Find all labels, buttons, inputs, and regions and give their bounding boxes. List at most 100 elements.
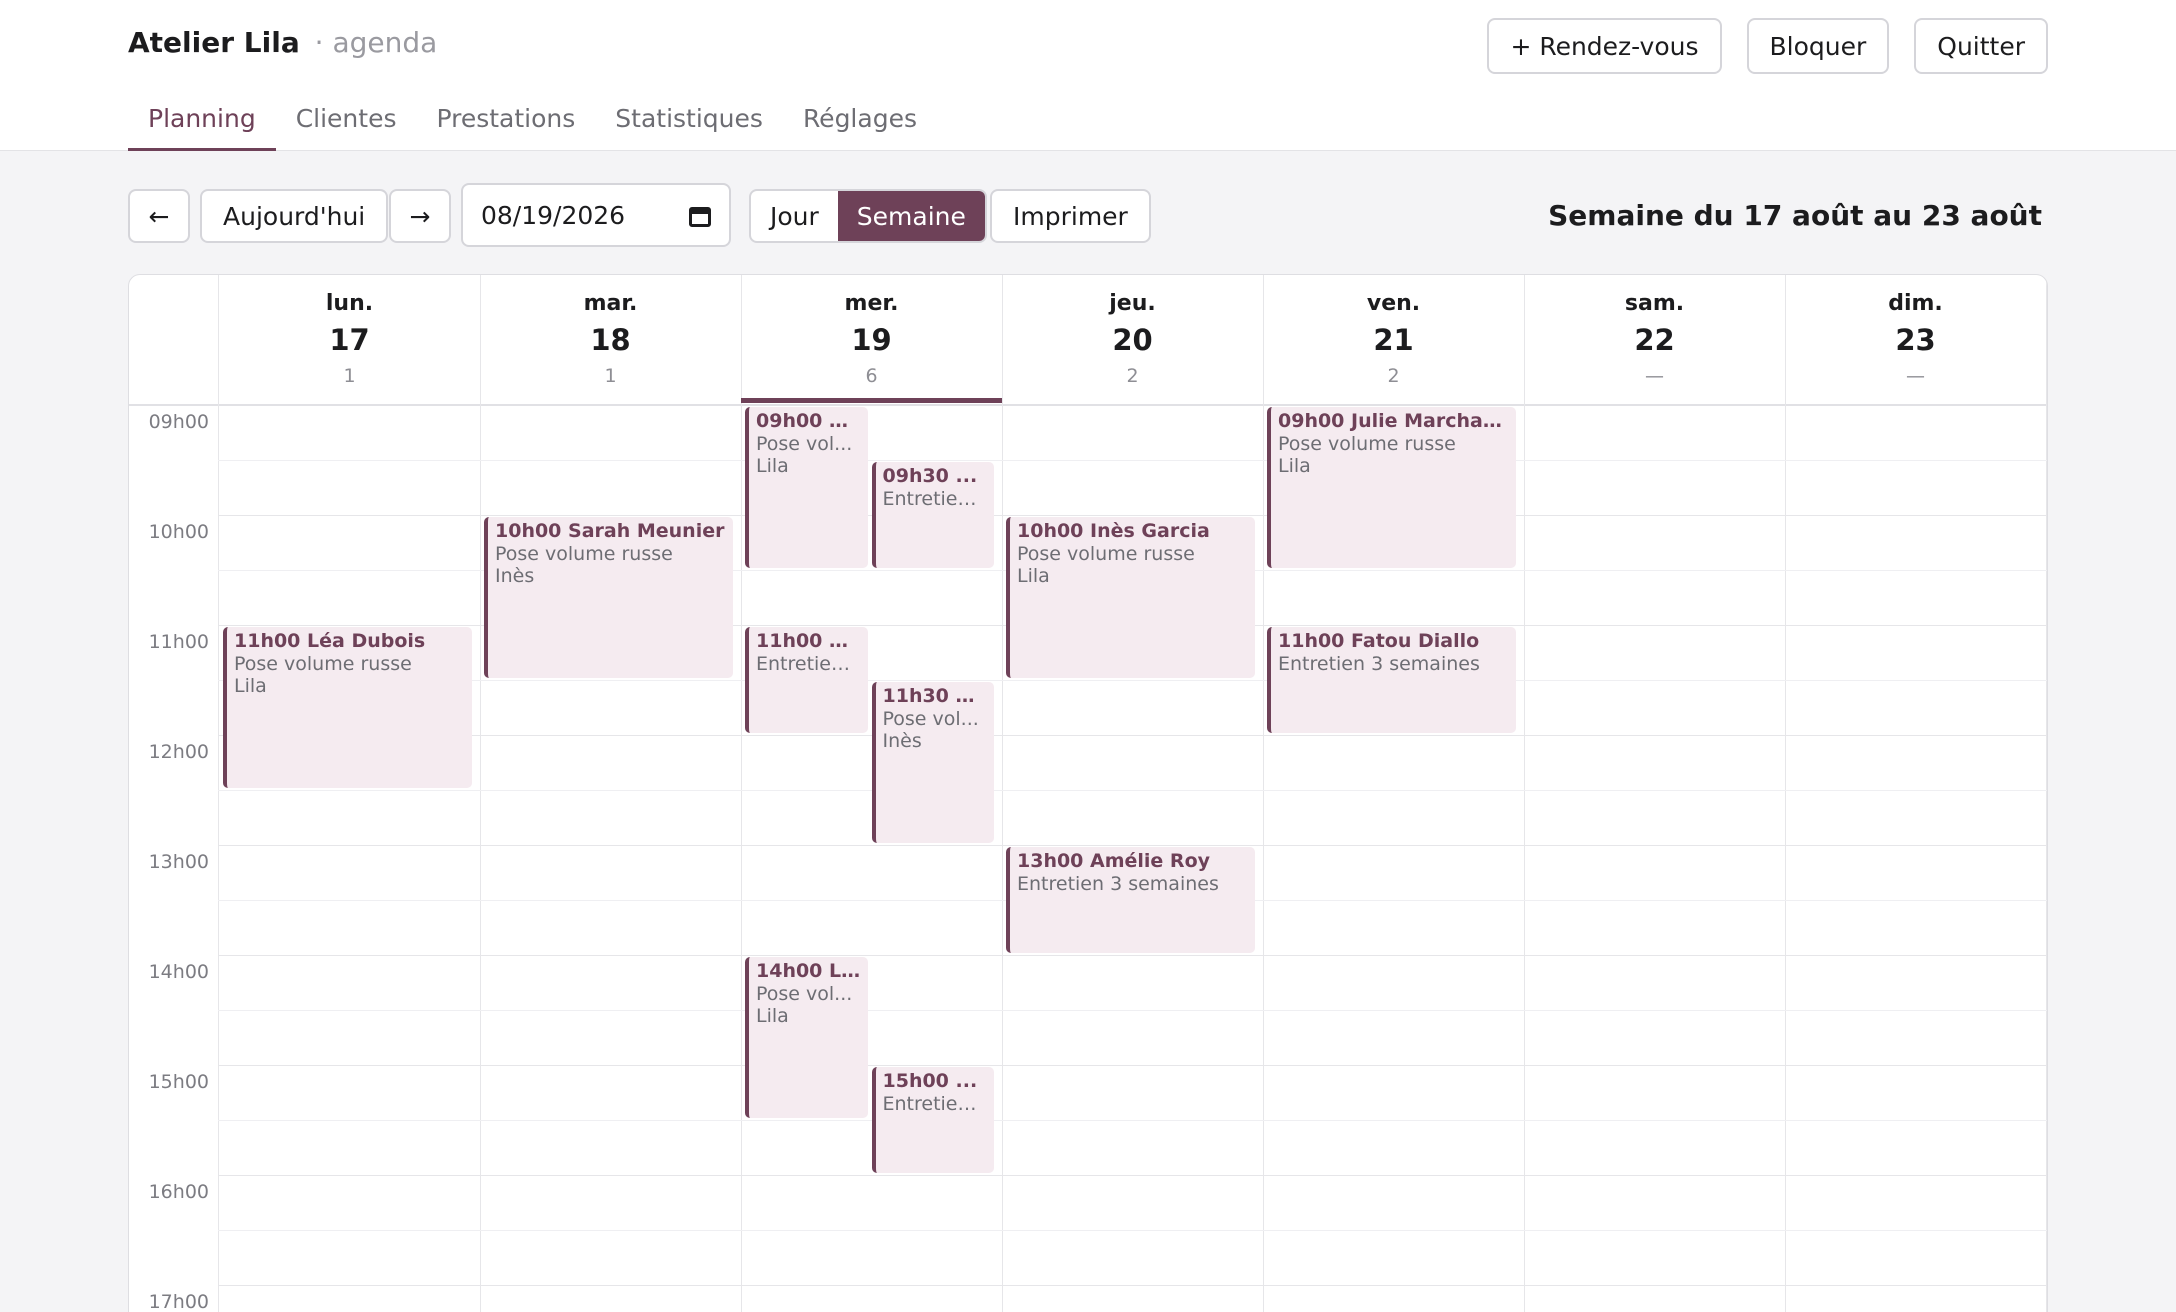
day-column-divider [1524,275,1525,1312]
quit-button[interactable]: Quitter [1914,18,2048,74]
appointment-block[interactable]: 11h00 S... Entretien... [745,627,868,733]
appointment-title: 10h00 Sarah Meunier [495,520,725,542]
hour-label: 14h00 [148,961,209,983]
hour-label: 10h00 [148,521,209,543]
day-number: 18 [590,323,631,357]
appointment-staff: Inès [495,565,535,587]
half-hour-gridline [218,1120,2047,1121]
appointment-service: Entretien 3 semaines [1278,653,1480,675]
day-name: ven. [1366,291,1421,316]
day-appointment-count: — [1906,365,1925,387]
date-picker-input[interactable]: 08/19/2026 [461,183,731,247]
today-button[interactable]: Aujourd'hui [200,189,389,243]
appointment-block[interactable]: 10h00 Inès Garcia Pose volume russe Lila [1006,517,1255,678]
day-header[interactable]: jeu. 20 2 [1002,275,1263,405]
tab-clientes[interactable]: Clientes [276,96,417,151]
day-header[interactable]: mar. 18 1 [480,275,741,405]
hour-gridline [218,515,2047,516]
appointment-block[interactable]: 13h00 Amélie Roy Entretien 3 semaines [1006,847,1255,953]
tab-planning[interactable]: Planning [128,96,276,151]
half-hour-gridline [218,790,2047,791]
appointment-staff: Lila [234,675,267,697]
view-week-button[interactable]: Semaine [837,191,985,241]
appointment-title: 11h00 Léa Dubois [234,630,426,652]
tab-prestations[interactable]: Prestations [416,96,595,151]
day-appointment-count: 2 [1126,365,1139,387]
next-week-button[interactable]: → [389,189,451,243]
hour-gridline [218,735,2047,736]
app-section: agenda [332,26,438,59]
main-tabs: Planning Clientes Prestations Statistiqu… [128,96,937,151]
day-name: lun. [325,291,374,316]
calendar-toolbar: ← Aujourd'hui → 08/19/2026 Jour Semaine … [128,183,2048,247]
print-button[interactable]: Imprimer [990,189,1151,243]
day-header[interactable]: lun. 17 1 [219,275,480,405]
appointment-title: 11h00 Fatou Diallo [1278,630,1480,652]
appointment-block[interactable]: 11h00 Fatou Diallo Entretien 3 semaines [1267,627,1516,733]
day-column-divider [741,275,742,1312]
appointment-service: Pose vol... [882,708,979,730]
appointment-service: Entretien... [882,488,988,510]
prev-week-button[interactable]: ← [128,189,190,243]
appointment-staff: Lila [1278,455,1311,477]
today-indicator [741,398,1002,403]
appointment-staff: Lila [756,1005,789,1027]
appointment-block[interactable]: 14h00 L... Pose vol... Lila [745,957,868,1118]
day-header[interactable]: mer. 19 6 [741,275,1002,405]
appointment-title: 11h00 S... [756,630,861,652]
day-number: 22 [1634,323,1675,357]
appointment-block[interactable]: 15h00 ... Entretien... [871,1067,994,1173]
day-column-divider [1002,275,1003,1312]
appointment-title: 15h00 ... [882,1070,978,1092]
date-value: 08/19/2026 [481,200,626,230]
appointment-title: 13h00 Amélie Roy [1017,850,1211,872]
app-header: Atelier Lila · agenda + Rendez-vous Bloq… [0,0,2176,151]
appointment-title: 09h00 Julie Marchand [1278,410,1509,432]
appointment-service: Entretien 3 semaines [1017,873,1219,895]
appointment-service: Pose volume russe [1017,543,1195,565]
hour-label: 13h00 [148,851,209,873]
appointment-block[interactable]: 09h00 C... Pose vol... Lila [745,407,868,568]
half-hour-gridline [218,460,2047,461]
appointment-block[interactable]: 11h30 C... Pose vol... Inès [871,682,994,843]
half-hour-gridline [218,680,2047,681]
day-number: 23 [1895,323,1936,357]
new-appointment-button[interactable]: + Rendez-vous [1487,18,1722,74]
week-title: Semaine du 17 août au 23 août [1548,199,2042,232]
appointment-staff: Lila [756,455,789,477]
appointment-staff: Lila [1017,565,1050,587]
view-switcher: Jour Semaine [749,189,987,243]
tab-statistiques[interactable]: Statistiques [595,96,783,151]
day-column-divider [480,275,481,1312]
day-header[interactable]: dim. 23 — [1785,275,2046,405]
hour-gridline [218,955,2047,956]
appointment-title: 10h00 Inès Garcia [1017,520,1210,542]
appointment-service: Pose volume russe [234,653,412,675]
app-name: Atelier Lila [128,26,300,59]
day-appointment-count: — [1645,365,1664,387]
appointment-block[interactable]: 09h30 ... Entretien... [871,462,994,568]
day-appointment-count: 2 [1387,365,1400,387]
tab-reglages[interactable]: Réglages [783,96,937,151]
header-actions: + Rendez-vous Bloquer Quitter [1487,18,2048,74]
appointment-service: Entretien... [882,1093,988,1115]
hour-gridline [218,1175,2047,1176]
appointment-block[interactable]: 10h00 Sarah Meunier Pose volume russe Inès [484,517,733,678]
day-number: 21 [1373,323,1414,357]
half-hour-gridline [218,1010,2047,1011]
appointment-block[interactable]: 11h00 Léa Dubois Pose volume russe Lila [223,627,472,788]
app-brand: Atelier Lila · agenda [128,26,437,59]
day-name: mer. [844,291,899,316]
day-name: sam. [1624,291,1685,316]
appointment-service: Pose volume russe [495,543,673,565]
day-number: 20 [1112,323,1153,357]
view-day-button[interactable]: Jour [751,191,838,241]
calendar-icon[interactable] [689,203,711,227]
day-header[interactable]: sam. 22 — [1524,275,1785,405]
appointment-block[interactable]: 09h00 Julie Marchand Pose volume russe Lil… [1267,407,1516,568]
block-button[interactable]: Bloquer [1746,18,1890,74]
day-appointment-count: 1 [604,365,617,387]
hour-label: 17h00 [148,1291,209,1312]
appointment-title: 11h30 C... [882,685,988,707]
day-header[interactable]: ven. 21 2 [1263,275,1524,405]
